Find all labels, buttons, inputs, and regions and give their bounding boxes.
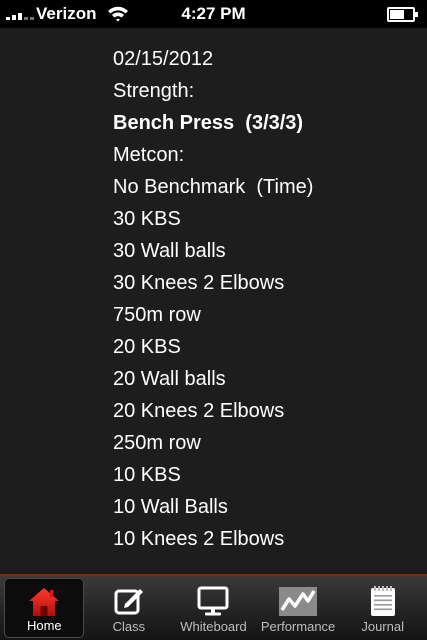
workout-line: 20 Wall balls [113,368,226,390]
battery-icon [387,7,418,22]
tab-bar: Home Class Whiteboard Performance Journa… [0,574,427,640]
workout-line: Metcon: [113,144,185,166]
tab-class[interactable]: Class [89,578,169,638]
monitor-icon [197,586,229,616]
workout-line: Strength: [113,80,195,102]
app-screen: Verizon 4:27 PM 02/15/2012 Strength: Ben… [0,0,427,640]
tab-label: Performance [260,619,336,634]
workout-line: 10 KBS [113,464,181,486]
tab-whiteboard[interactable]: Whiteboard [173,578,253,638]
chart-icon [279,587,318,616]
tab-performance[interactable]: Performance [258,578,338,638]
workout-line: 10 Wall Balls [113,496,228,518]
tab-label: Home [26,618,62,633]
workout-line: 30 Wall balls [113,240,226,262]
workout-line: 750m row [113,304,201,326]
home-icon [29,588,60,616]
tab-label: Class [112,619,146,634]
tab-journal[interactable]: Journal [343,578,423,638]
workout-line: 20 KBS [113,336,181,358]
workout-line: 10 Knees 2 Elbows [113,528,285,550]
workout-line: 30 Knees 2 Elbows [113,272,285,294]
workout-date: 02/15/2012 [113,48,214,70]
workout-content: 02/15/2012 Strength: Bench Press (3/3/3)… [0,28,427,574]
notepad-icon [370,586,395,616]
workout-line: 250m row [113,432,201,454]
workout-line: No Benchmark (Time) [113,176,314,198]
status-bar: Verizon 4:27 PM [0,0,427,28]
workout-line: 20 Knees 2 Elbows [113,400,285,422]
tab-label: Journal [361,619,404,634]
workout-list: 02/15/2012 Strength: Bench Press (3/3/3)… [113,45,313,557]
edit-icon [114,589,143,615]
tab-home[interactable]: Home [4,578,85,638]
status-time: 4:27 PM [181,4,246,23]
workout-line: 30 KBS [113,208,181,230]
workout-line: Bench Press (3/3/3) [113,112,304,134]
tab-label: Whiteboard [180,619,247,634]
